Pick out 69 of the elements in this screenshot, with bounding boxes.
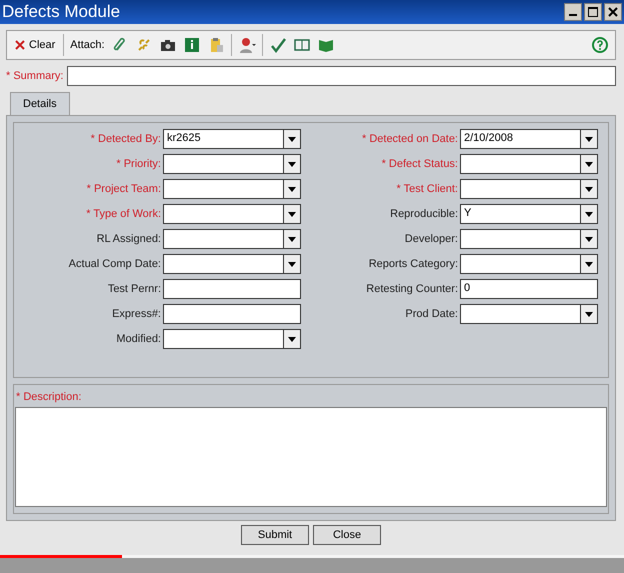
dropdown-field[interactable]	[460, 179, 598, 199]
caret-icon	[288, 262, 296, 266]
field-label: * Priority:	[116, 158, 161, 170]
field-label: Reports Category:	[368, 258, 458, 270]
dropdown-field[interactable]	[163, 229, 301, 249]
description-field[interactable]	[15, 407, 607, 507]
close-button[interactable]	[604, 3, 622, 21]
spellcheck-icon[interactable]	[268, 36, 287, 54]
dropdown-field[interactable]: kr2625	[163, 129, 301, 149]
field-label: Modified:	[116, 333, 161, 345]
dropdown-field[interactable]	[163, 329, 301, 349]
field-label: * Detected By:	[90, 133, 161, 145]
field-label: Retesting Counter:	[366, 283, 458, 295]
video-progress-bar[interactable]	[0, 555, 624, 558]
dropdown-field[interactable]	[163, 179, 301, 199]
field-label: Reproducible:	[390, 208, 458, 220]
close-icon	[608, 7, 618, 17]
caret-icon	[288, 186, 296, 192]
attach-label: Attach:	[70, 39, 105, 51]
dialog-button[interactable]: Close	[313, 525, 381, 545]
window-title: Defects Module	[1, 2, 120, 22]
field-label: RL Assigned:	[96, 233, 161, 245]
clear-button[interactable]: Clear	[13, 37, 58, 53]
field-label: * Project Team:	[86, 183, 161, 195]
cross-icon	[15, 40, 25, 50]
info-icon[interactable]	[182, 36, 201, 54]
caret-icon	[585, 162, 593, 166]
description-label: * Description:	[16, 391, 82, 403]
caret-icon	[288, 236, 296, 242]
dialog-button[interactable]: Submit	[241, 525, 309, 545]
help-icon[interactable]	[591, 36, 609, 54]
dropdown-field[interactable]	[163, 254, 301, 274]
caret-icon	[288, 212, 296, 216]
dropdown-field[interactable]	[460, 154, 598, 174]
person-icon[interactable]	[238, 36, 256, 54]
caret-icon	[585, 186, 593, 192]
dropdown-field[interactable]	[163, 204, 301, 224]
field-label: Express#:	[112, 308, 161, 320]
dropdown-field[interactable]: Y	[460, 204, 598, 224]
caret-icon	[585, 236, 593, 242]
dropdown-field[interactable]	[460, 254, 598, 274]
input-field[interactable]	[163, 304, 301, 324]
maximize-button[interactable]	[584, 3, 602, 21]
field-label: * Type of Work:	[86, 208, 161, 220]
minimize-button[interactable]	[564, 3, 582, 21]
input-field[interactable]: 0	[460, 279, 598, 299]
caret-icon	[288, 336, 296, 342]
caret-icon	[585, 312, 593, 316]
caret-icon	[585, 136, 593, 142]
details-tab[interactable]: Details	[10, 92, 70, 115]
dropdown-field[interactable]: 2/10/2008	[460, 129, 598, 149]
caret-icon	[288, 162, 296, 166]
summary-label: * Summary:	[6, 70, 64, 82]
dropdown-field[interactable]	[460, 304, 598, 324]
field-label: Test Pernr:	[108, 283, 161, 295]
field-label: * Detected on Date:	[362, 133, 458, 145]
caret-icon	[585, 262, 593, 266]
field-label: Prod Date:	[405, 308, 458, 320]
input-field[interactable]	[163, 279, 301, 299]
field-label: Actual Comp Date:	[68, 258, 161, 270]
field-label: * Test Client:	[396, 183, 458, 195]
dropdown-field[interactable]	[163, 154, 301, 174]
field-label: Developer:	[404, 233, 458, 245]
dropdown-field[interactable]	[460, 229, 598, 249]
field-label: * Defect Status:	[382, 158, 458, 170]
maximize-icon	[588, 7, 598, 17]
summary-field[interactable]	[67, 66, 616, 86]
caret-icon	[585, 212, 593, 216]
caret-icon	[288, 136, 296, 142]
